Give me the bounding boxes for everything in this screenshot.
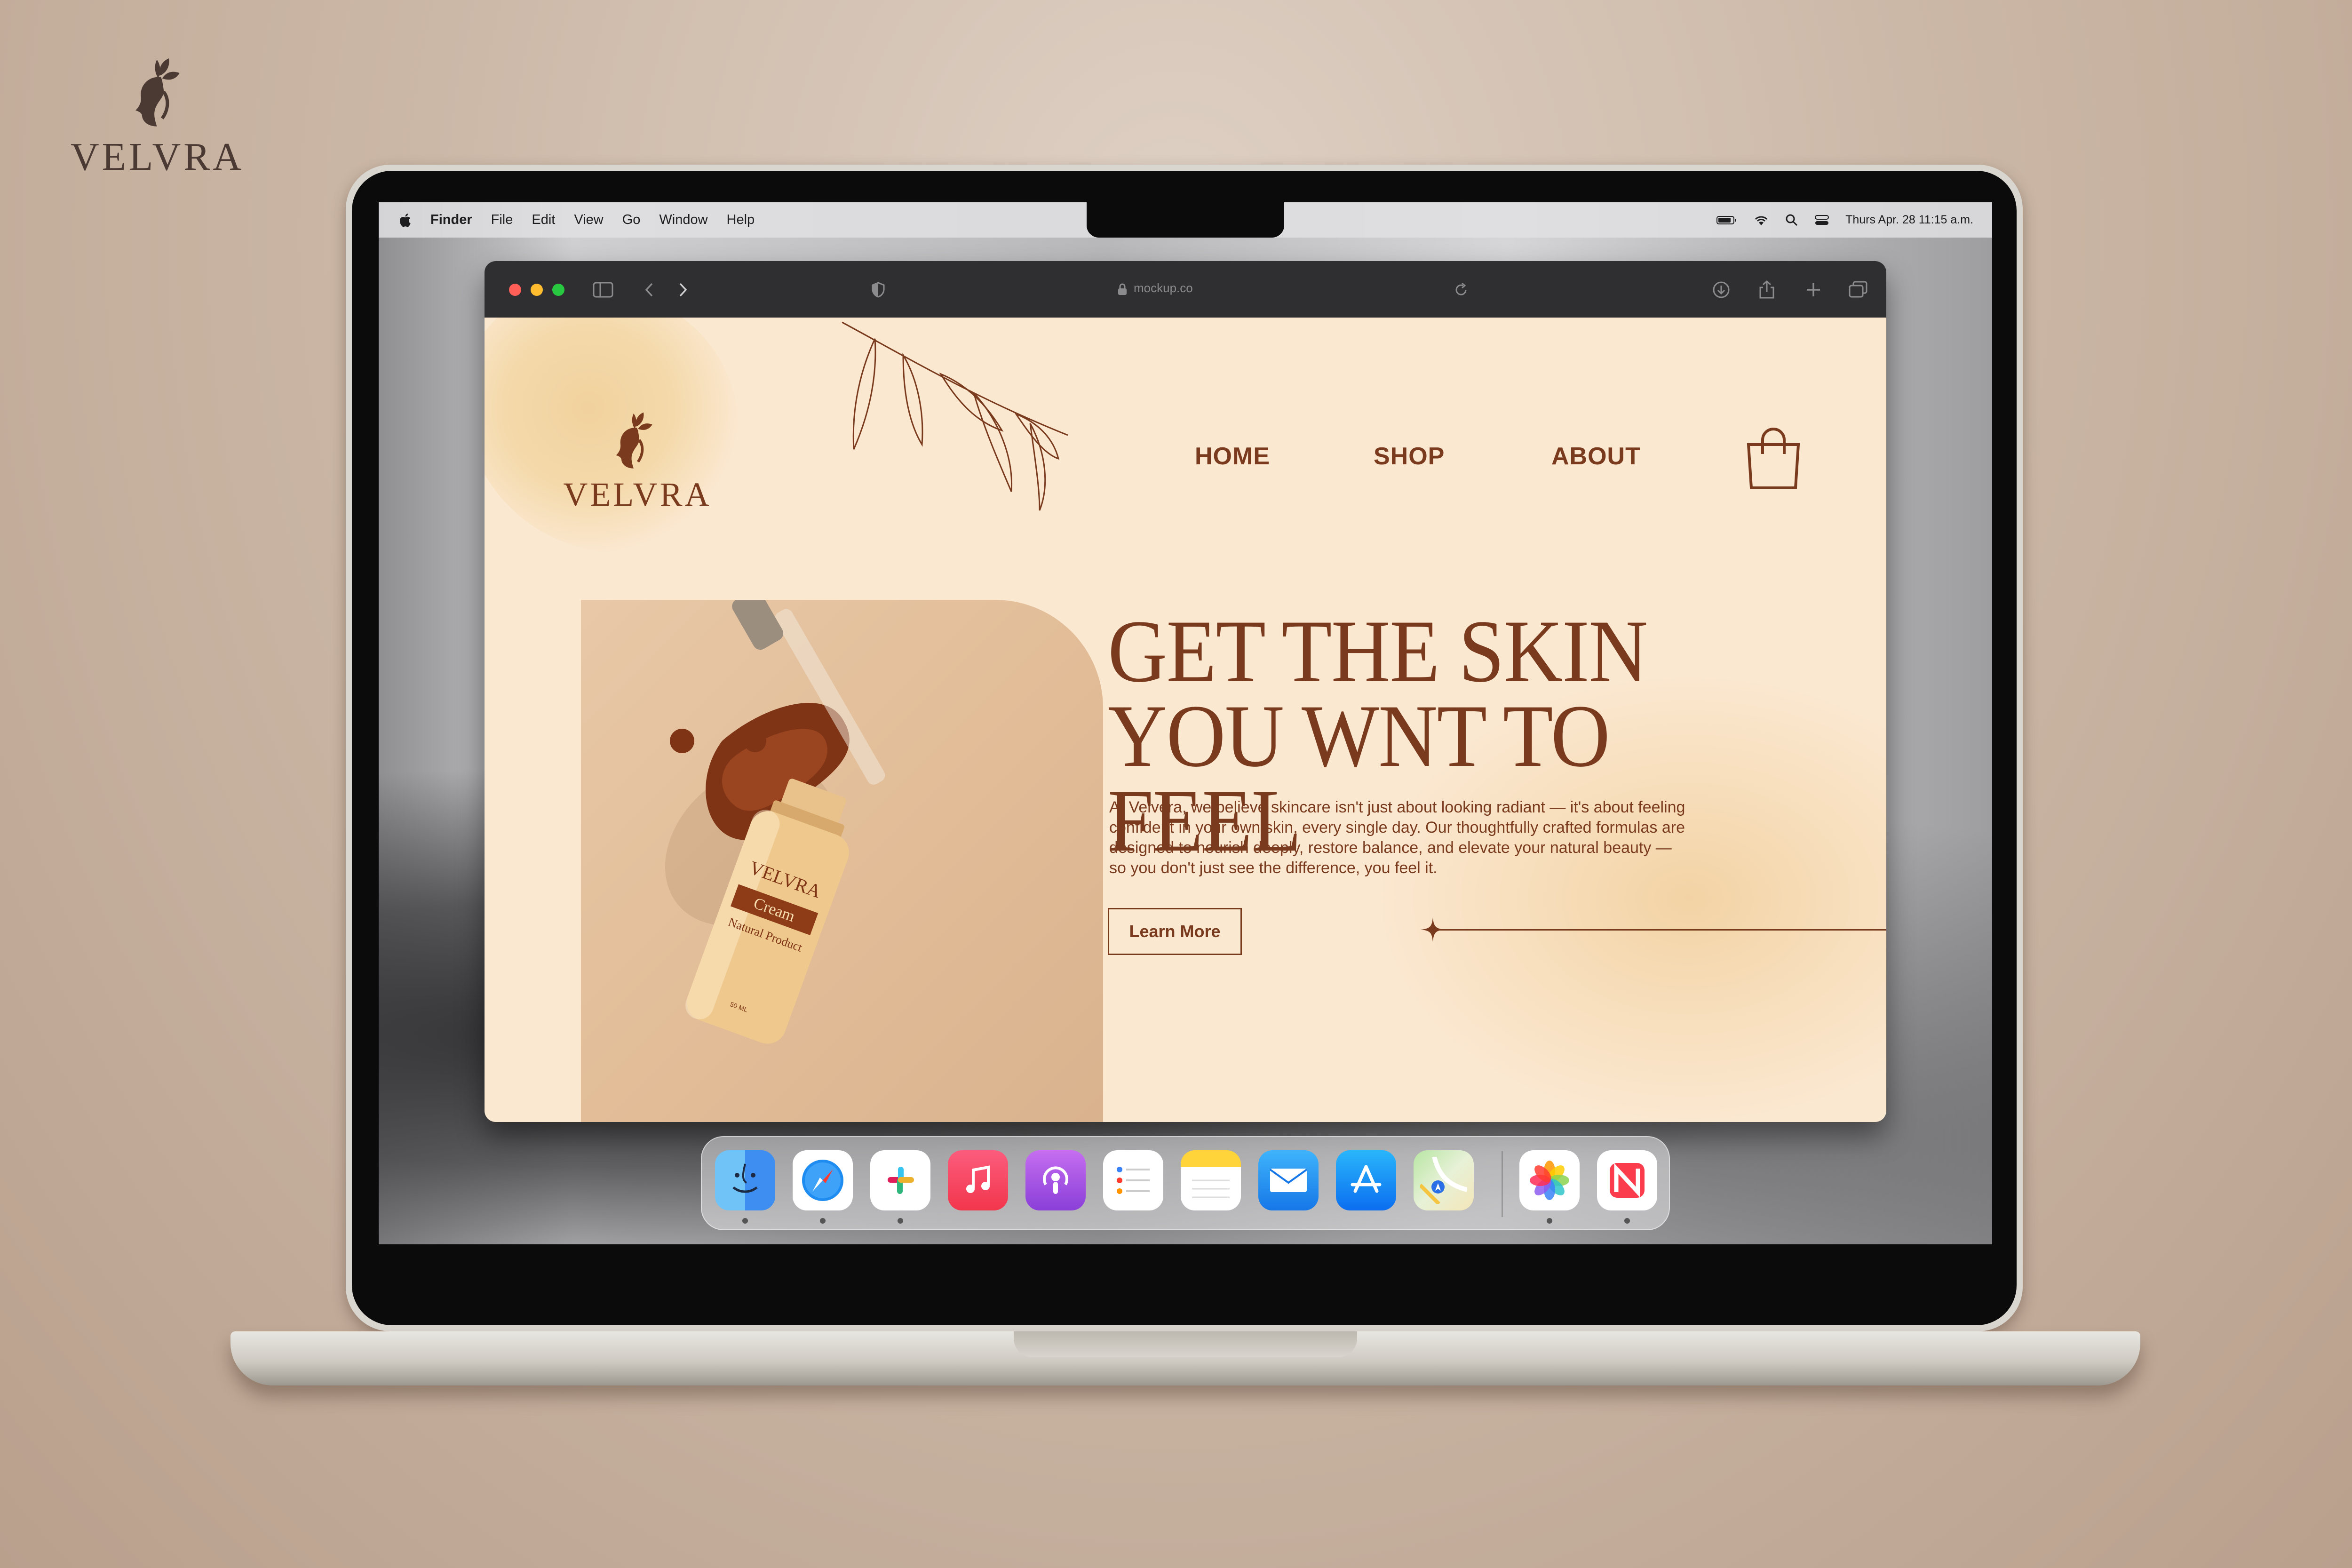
back-icon[interactable] [644, 282, 655, 298]
macos-dock [701, 1136, 1670, 1230]
running-indicator [820, 1218, 826, 1224]
decorative-rule [1439, 929, 1886, 931]
zoom-window-button[interactable] [552, 284, 564, 296]
nav-about[interactable]: ABOUT [1551, 442, 1641, 470]
dock-music[interactable] [948, 1150, 1008, 1210]
podcast-icon [1043, 1166, 1068, 1194]
search-icon[interactable] [1785, 214, 1798, 227]
corner-brand-logo: VELVRA [71, 52, 244, 188]
running-indicator [1547, 1218, 1552, 1224]
close-window-button[interactable] [509, 284, 521, 296]
control-center-icon[interactable] [1814, 214, 1829, 226]
dock-mail[interactable] [1258, 1150, 1319, 1210]
menu-clock[interactable]: Thurs Apr. 28 11:15 a.m. [1845, 213, 1973, 227]
camera-notch [1087, 202, 1284, 238]
notes-icon [1192, 1179, 1230, 1198]
reload-icon[interactable] [1454, 282, 1469, 298]
face-leaf-logo-icon [616, 412, 652, 469]
finder-icon [732, 1163, 758, 1193]
menu-go[interactable]: Go [622, 212, 641, 228]
dock-finder[interactable] [715, 1150, 775, 1210]
apple-icon[interactable] [397, 212, 412, 228]
battery-icon[interactable] [1716, 215, 1737, 225]
tabs-icon[interactable] [1849, 281, 1867, 299]
envelope-icon [1269, 1169, 1308, 1192]
hero-paragraph: At Velvera, we believe skincare isn't ju… [1109, 798, 1685, 877]
dock-app-store[interactable] [1336, 1150, 1396, 1210]
dock-photos[interactable] [1519, 1150, 1580, 1210]
dock-slack[interactable] [870, 1150, 930, 1210]
dock-safari[interactable] [793, 1150, 853, 1210]
slack-icon [888, 1167, 914, 1194]
dock-reminders[interactable] [1103, 1150, 1163, 1210]
leaf-branch-illustration [842, 321, 1068, 511]
headline-line-1: GET THE SKIN [1108, 602, 1648, 701]
laptop-base-indent [1014, 1331, 1357, 1357]
corner-wordmark: VELVRA [71, 135, 244, 179]
sidebar-icon[interactable] [593, 282, 613, 298]
desktop-screen: Finder File Edit View Go Window Help Thu… [379, 202, 1992, 1244]
learn-more-button[interactable]: Learn More [1108, 908, 1242, 955]
dock-notes[interactable] [1181, 1150, 1241, 1210]
menu-edit[interactable]: Edit [532, 212, 555, 228]
wifi-icon[interactable] [1753, 214, 1769, 226]
download-icon[interactable] [1712, 281, 1730, 299]
site-wordmark: VELVRA [563, 476, 712, 513]
share-icon[interactable] [1758, 280, 1775, 300]
site-logo[interactable]: VELVRA [560, 407, 715, 525]
compass-icon [802, 1160, 843, 1201]
dock-podcasts[interactable] [1025, 1150, 1086, 1210]
dock-news[interactable] [1597, 1150, 1657, 1210]
nav-shop[interactable]: SHOP [1374, 442, 1445, 470]
photos-flower-icon [1530, 1161, 1569, 1200]
menu-help[interactable]: Help [727, 212, 755, 228]
browser-toolbar: mockup.co [485, 261, 1886, 318]
nav-home[interactable]: HOME [1195, 442, 1270, 470]
checklist-icon [1117, 1167, 1150, 1194]
velvra-webpage: VELVRA HOME SHOP ABOUT VELVRA Cream Natu… [485, 318, 1886, 1122]
new-tab-icon[interactable] [1805, 282, 1821, 298]
face-leaf-logo-icon [135, 58, 180, 127]
menu-file[interactable]: File [491, 212, 513, 228]
menu-view[interactable]: View [574, 212, 603, 228]
running-indicator [1624, 1218, 1630, 1224]
dock-maps[interactable] [1414, 1150, 1474, 1210]
forward-icon[interactable] [677, 282, 689, 298]
product-photo: VELVRA Cream Natural Product 50 ML [581, 600, 1103, 1122]
safari-window: mockup.co VELVRA HOME SHOP ABOUT VELVRA … [485, 261, 1886, 1122]
music-note-icon [966, 1165, 990, 1193]
news-icon [1610, 1163, 1645, 1198]
shield-icon[interactable] [871, 282, 885, 298]
address-bar-url[interactable]: mockup.co [1134, 281, 1193, 295]
menu-window[interactable]: Window [659, 212, 707, 228]
shopping-bag-icon[interactable] [1743, 426, 1804, 492]
lock-icon [1118, 283, 1127, 295]
menu-app-name[interactable]: Finder [430, 212, 472, 228]
minimize-window-button[interactable] [531, 284, 543, 296]
app-store-icon [1351, 1165, 1382, 1193]
menu-status-area: Thurs Apr. 28 11:15 a.m. [1716, 202, 1973, 238]
running-indicator [742, 1218, 748, 1224]
map-icon [1420, 1157, 1467, 1204]
serum-bottle-illustration: VELVRA Cream Natural Product 50 ML [665, 600, 885, 1044]
running-indicator [898, 1218, 903, 1224]
dock-divider [1502, 1151, 1503, 1217]
